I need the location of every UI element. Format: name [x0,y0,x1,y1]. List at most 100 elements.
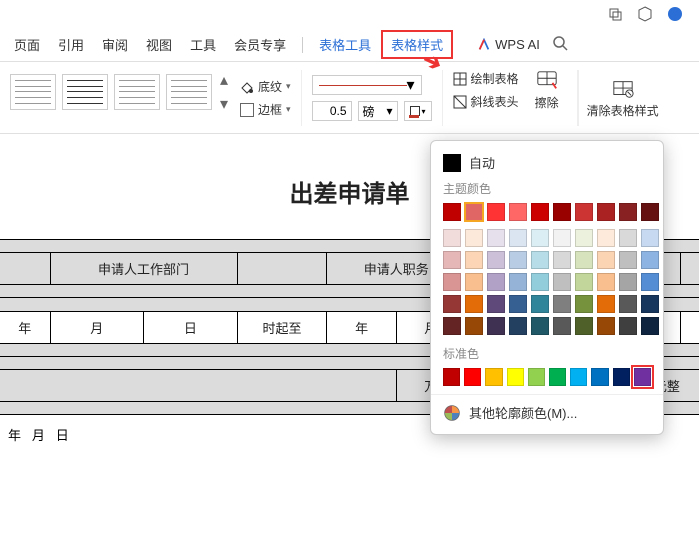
color-swatch[interactable] [597,229,615,247]
color-swatch[interactable] [531,229,549,247]
color-swatch[interactable] [487,273,505,291]
color-swatch[interactable] [509,295,527,313]
table-style-preset-1[interactable] [10,74,56,110]
color-swatch[interactable] [531,317,549,335]
tab-reference[interactable]: 引用 [50,31,92,58]
color-swatch[interactable] [641,251,659,269]
color-swatch[interactable] [591,368,608,386]
color-swatch[interactable] [597,203,615,221]
tab-view[interactable]: 视图 [138,31,180,58]
color-swatch[interactable] [531,203,549,221]
tab-table-tools[interactable]: 表格工具 [311,31,379,58]
color-swatch[interactable] [549,368,566,386]
table-style-preset-2[interactable] [62,74,108,110]
black-swatch [443,154,461,172]
color-swatch[interactable] [597,317,615,335]
wps-ai-button[interactable]: WPS AI [477,37,540,52]
color-swatch[interactable] [465,295,483,313]
color-swatch[interactable] [509,273,527,291]
color-swatch[interactable] [619,317,637,335]
color-swatch[interactable] [597,251,615,269]
color-swatch[interactable] [465,317,483,335]
user-icon[interactable] [667,6,683,22]
draw-table-button[interactable]: 绘制表格 [453,70,519,87]
clear-style-button[interactable]: 清除表格样式 [578,70,667,126]
color-swatch[interactable] [485,368,502,386]
color-swatch[interactable] [553,317,571,335]
table-style-preset-3[interactable] [114,74,160,110]
color-swatch[interactable] [619,229,637,247]
color-swatch[interactable] [443,229,461,247]
color-swatch[interactable] [509,203,527,221]
color-swatch[interactable] [619,273,637,291]
color-swatch[interactable] [465,229,483,247]
color-swatch[interactable] [465,203,483,221]
color-swatch[interactable] [531,273,549,291]
color-swatch[interactable] [553,229,571,247]
color-swatch[interactable] [641,317,659,335]
color-swatch[interactable] [570,368,587,386]
color-swatch[interactable] [553,295,571,313]
color-swatch[interactable] [443,251,461,269]
color-swatch[interactable] [509,229,527,247]
tab-review[interactable]: 审阅 [94,31,136,58]
color-swatch[interactable] [443,295,461,313]
color-swatch[interactable] [465,273,483,291]
color-swatch[interactable] [641,295,659,313]
color-swatch[interactable] [575,273,593,291]
color-swatch[interactable] [509,251,527,269]
cube-icon[interactable] [637,6,653,22]
line-color-button[interactable]: ▾ [404,101,432,121]
color-swatch[interactable] [487,317,505,335]
color-swatch[interactable] [443,273,461,291]
color-swatch[interactable] [613,368,630,386]
color-swatch[interactable] [509,317,527,335]
color-swatch[interactable] [575,317,593,335]
line-unit-select[interactable]: 磅▾ [358,101,398,121]
color-swatch[interactable] [597,273,615,291]
border-button[interactable]: 边框▾ [240,101,291,118]
color-swatch[interactable] [575,229,593,247]
line-weight-input[interactable]: 0.5 [312,101,352,121]
color-swatch[interactable] [575,203,593,221]
color-swatch[interactable] [553,251,571,269]
color-swatch[interactable] [619,251,637,269]
style-gallery-more[interactable]: ▴▾ [218,70,230,114]
copy-icon[interactable] [607,6,623,22]
color-swatch[interactable] [487,203,505,221]
tab-tools[interactable]: 工具 [182,31,224,58]
color-swatch[interactable] [553,203,571,221]
erase-button[interactable]: 擦除 [527,70,567,126]
color-swatch[interactable] [531,295,549,313]
color-swatch[interactable] [528,368,545,386]
auto-color-option[interactable]: 自动 [431,149,663,176]
color-swatch[interactable] [531,251,549,269]
shading-button[interactable]: 底纹▾ [240,78,291,95]
color-swatch[interactable] [641,273,659,291]
search-icon[interactable] [552,35,568,54]
color-swatch[interactable] [443,317,461,335]
color-swatch[interactable] [641,229,659,247]
diag-header-button[interactable]: 斜线表头 [453,93,519,110]
color-swatch[interactable] [597,295,615,313]
color-swatch[interactable] [619,295,637,313]
color-swatch[interactable] [465,251,483,269]
tab-page[interactable]: 页面 [6,31,48,58]
table-style-preset-4[interactable] [166,74,212,110]
color-swatch[interactable] [464,368,481,386]
color-swatch[interactable] [487,251,505,269]
color-swatch[interactable] [443,203,461,221]
color-swatch[interactable] [641,203,659,221]
color-swatch[interactable] [487,229,505,247]
color-swatch[interactable] [553,273,571,291]
more-colors-option[interactable]: 其他轮廓颜色(M)... [431,394,663,424]
color-swatch[interactable] [487,295,505,313]
line-style-select[interactable]: ▾ [312,75,422,95]
color-swatch[interactable] [634,368,651,386]
color-swatch[interactable] [619,203,637,221]
tab-member[interactable]: 会员专享 [226,31,294,58]
color-swatch[interactable] [575,295,593,313]
color-swatch[interactable] [575,251,593,269]
color-swatch[interactable] [443,368,460,386]
color-swatch[interactable] [507,368,524,386]
